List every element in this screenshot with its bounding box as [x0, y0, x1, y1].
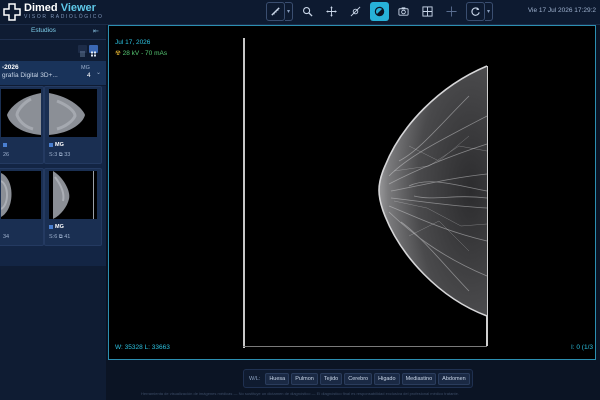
preset-mediastino-button[interactable]: Mediastino [401, 372, 437, 385]
reset-dropdown-button[interactable]: ▾ [485, 2, 493, 21]
series-info: 26 [3, 152, 10, 158]
snapshot-tool-button[interactable] [394, 2, 413, 21]
zoom-icon [303, 7, 313, 17]
grid-icon [91, 51, 96, 57]
overlay-exposure: ☢ 28 kV - 70 mAs [115, 49, 167, 57]
preset-abdomen-button[interactable]: Abdomen [438, 372, 470, 385]
preset-tejido-button[interactable]: Tejido [319, 372, 343, 385]
layout-tool-button[interactable] [418, 2, 437, 21]
invert-tool-button[interactable] [370, 2, 389, 21]
preset-higado-button[interactable]: Higado [374, 372, 400, 385]
series-card[interactable]: MG S:6 ⧉ 41 [44, 168, 102, 246]
list-view-button[interactable] [78, 45, 87, 57]
window-level-tool-button[interactable] [346, 2, 365, 21]
disclaimer-footer: Herramienta de visualización de imágenes… [141, 391, 459, 396]
chevron-down-icon: ▾ [486, 9, 490, 15]
series-thumbnail [49, 171, 97, 219]
crosshair-tool-button[interactable] [442, 2, 461, 21]
overlay-exposure-text: 28 kV - 70 mAs [122, 50, 168, 57]
preset-huesa-button[interactable]: Huesa [265, 372, 290, 385]
series-modality: MG [49, 224, 64, 230]
layout-icon [422, 6, 433, 17]
viewer-toolbar: ▾ ▾ [266, 2, 493, 21]
series-card[interactable]: MG S:3 ⧉ 33 [44, 86, 102, 164]
measure-tool-button[interactable] [266, 2, 285, 21]
series-info: S:6 ⧉ 41 [49, 234, 71, 240]
series-thumbnail [1, 171, 41, 219]
collapse-sidebar-button[interactable]: ⇤ [93, 27, 99, 35]
series-thumbnail [49, 89, 97, 137]
zoom-tool-button[interactable] [298, 2, 317, 21]
crosshair-icon [446, 6, 457, 17]
camera-icon [398, 7, 409, 16]
study-modality: MG [81, 65, 90, 71]
series-card[interactable]: 34 [0, 168, 44, 246]
series-info: 34 [3, 234, 10, 240]
reset-tool-button[interactable] [466, 2, 485, 21]
study-card[interactable]: -2026 grafía Digital 3D+... MG 4 ⌄ [0, 61, 106, 85]
app-brand: Dimed Viewer [24, 2, 96, 14]
overlay-window-level: W: 35328 L: 33663 [115, 344, 170, 351]
brand-main: Dimed [24, 2, 58, 14]
series-modality [3, 142, 9, 148]
chevron-down-icon[interactable]: ⌄ [96, 69, 101, 76]
app-header: Dimed Viewer VISOR RADIOLÓGICO ▾ ▾ Vie 1… [0, 0, 600, 25]
series-list: 26 MG S:3 ⧉ 33 34 MG S:6 ⧉ 41 [0, 86, 106, 266]
series-modality: MG [49, 142, 64, 148]
current-datetime: Vie 17 Jul 2026 17:29:2 [527, 7, 596, 14]
study-date: -2026 [2, 64, 19, 71]
grid-view-button[interactable] [89, 45, 98, 57]
sidebar-tabs: Estudios ⇤ [0, 25, 106, 40]
series-thumbnail [1, 89, 41, 137]
window-level-icon [350, 6, 361, 17]
series-card[interactable]: 26 [0, 86, 44, 164]
collapse-icon: ⇤ [93, 28, 99, 35]
study-series-count: 4 [87, 72, 91, 79]
measure-dropdown-button[interactable]: ▾ [285, 2, 293, 21]
list-icon [80, 51, 85, 57]
pan-icon [326, 6, 337, 17]
brand-accent: Viewer [60, 2, 96, 14]
ruler-icon [271, 7, 280, 16]
logo-icon [3, 3, 21, 21]
preset-cerebro-button[interactable]: Cerebro [344, 372, 373, 385]
overlay-study-date: Jul 17, 2026 [115, 39, 151, 46]
study-description: grafía Digital 3D+... [2, 72, 58, 79]
studies-sidebar: Estudios ⇤ -2026 grafía Digital 3D+... M… [0, 25, 106, 400]
radiation-icon: ☢ [115, 50, 121, 57]
pan-tool-button[interactable] [322, 2, 341, 21]
wl-presets-bar: W/L: Huesa Pulmon Tejido Cerebro Higado … [243, 369, 473, 388]
wl-presets-label: W/L: [249, 375, 261, 382]
image-viewport[interactable]: Jul 17, 2026 ☢ 28 kV - 70 mAs W: 35328 L… [108, 25, 596, 360]
preset-pulmon-button[interactable]: Pulmon [291, 372, 318, 385]
overlay-image-index: I: 0 (1/3 [570, 344, 593, 351]
invert-icon [374, 6, 385, 17]
mammogram-image [243, 38, 488, 348]
chevron-down-icon: ▾ [286, 9, 290, 15]
tab-studies[interactable]: Estudios [31, 27, 56, 34]
reset-icon [471, 7, 480, 16]
brand-subtitle: VISOR RADIOLÓGICO [24, 14, 104, 20]
series-info: S:3 ⧉ 33 [49, 152, 71, 158]
